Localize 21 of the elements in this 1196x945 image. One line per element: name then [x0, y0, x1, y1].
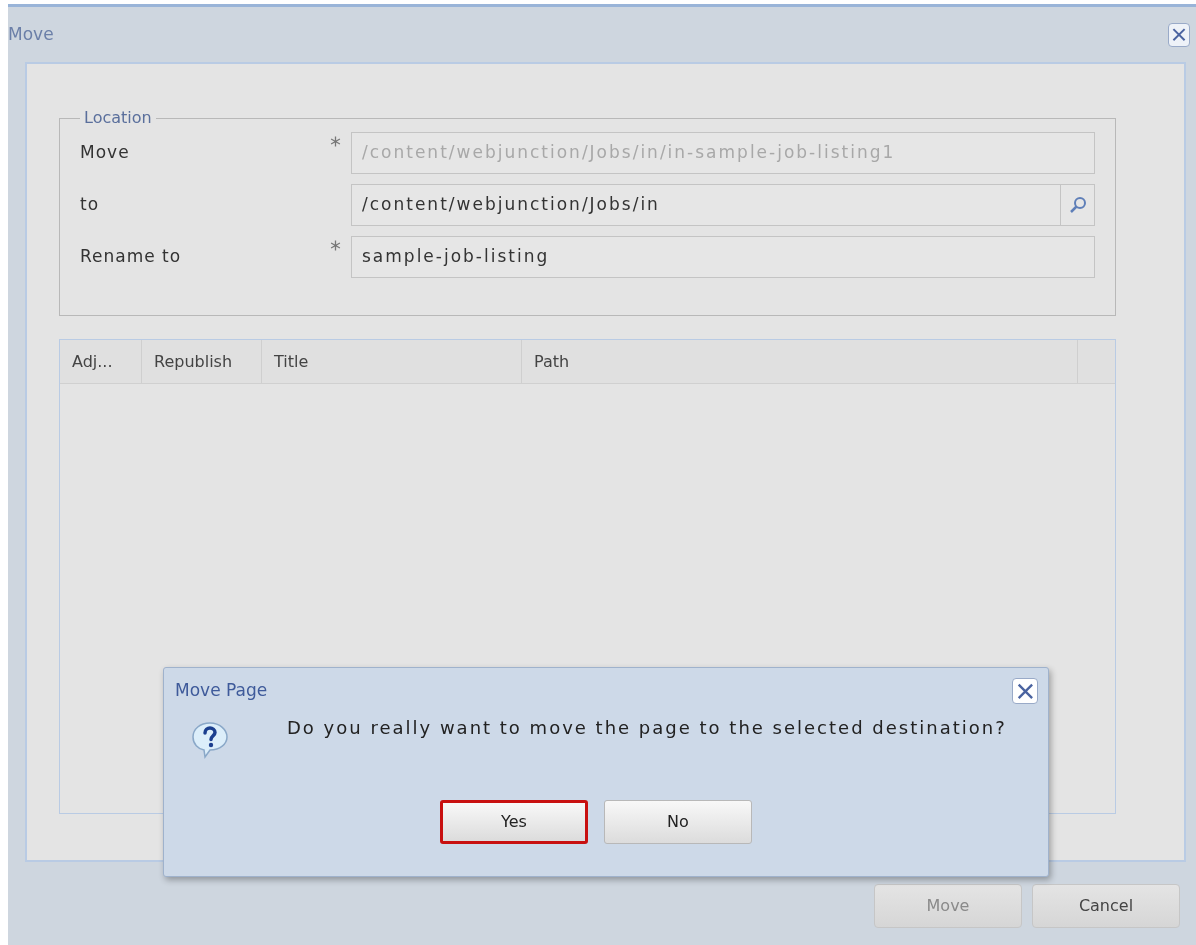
- close-button[interactable]: [1012, 678, 1038, 704]
- column-header[interactable]: Path: [522, 340, 1078, 383]
- close-button[interactable]: [1168, 22, 1190, 47]
- window-title: Move: [8, 22, 54, 46]
- footer-button[interactable]: Cancel: [1032, 884, 1180, 928]
- question-icon: [190, 720, 230, 760]
- text-field[interactable]: sample-job-listing: [351, 236, 1095, 278]
- field-label: Rename to: [80, 245, 183, 269]
- dialog-button[interactable]: Yes: [440, 800, 588, 844]
- fieldset-legend: Location: [80, 106, 156, 130]
- column-header[interactable]: Title: [262, 340, 522, 383]
- path-field[interactable]: /content/webjunction/Jobs/in: [351, 184, 1095, 226]
- field-label: to: [80, 193, 101, 217]
- close-icon: [1016, 682, 1034, 700]
- dialog-title: Move Page: [175, 679, 268, 703]
- dialog-button[interactable]: No: [604, 800, 752, 844]
- field-label: Move: [80, 141, 131, 165]
- column-header[interactable]: Adj...: [60, 340, 142, 383]
- close-icon: [1172, 26, 1186, 43]
- column-header[interactable]: Republish: [142, 340, 262, 383]
- dialog-message: Do you really want to move the page to the selected destination?: [287, 716, 1007, 740]
